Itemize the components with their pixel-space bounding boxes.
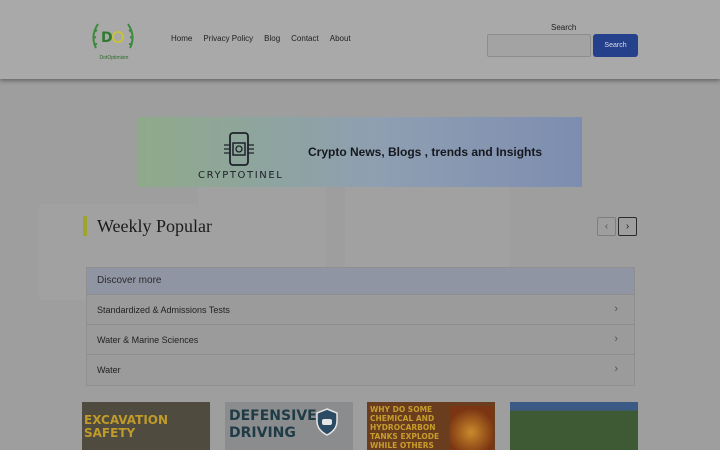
photo-graphic: [510, 402, 638, 450]
chevron-right-icon: ›: [625, 221, 630, 232]
chevron-left-icon: ‹: [604, 221, 609, 232]
discover-item[interactable]: Standardized & Admissions Tests ›: [87, 294, 634, 324]
nav-contact[interactable]: Contact: [291, 34, 319, 43]
discover-item-label: Standardized & Admissions Tests: [97, 305, 230, 315]
discover-item-label: Water: [97, 365, 121, 375]
post-thumbnail[interactable]: DEFENSIVE DRIVING: [225, 402, 353, 450]
section-accent-bar: [83, 216, 87, 236]
nav-home[interactable]: Home: [171, 34, 192, 43]
carousel-prev-button[interactable]: ‹: [597, 217, 616, 236]
svg-text:D: D: [101, 30, 113, 46]
post-thumbnail[interactable]: [510, 402, 638, 450]
carousel-next-button[interactable]: ›: [618, 217, 637, 236]
chevron-right-icon: ›: [614, 303, 618, 315]
main-nav: Home Privacy Policy Blog Contact About: [171, 34, 362, 43]
discover-more-panel: Discover more Standardized & Admissions …: [86, 267, 635, 386]
weekly-popular-title: Weekly Popular: [97, 216, 213, 236]
discover-heading: Discover more: [87, 268, 634, 294]
search-label: Search: [551, 23, 577, 32]
phone-chip-icon: [224, 132, 254, 166]
thumbnail-caption: DEFENSIVE DRIVING: [229, 408, 317, 441]
search-input[interactable]: [487, 34, 591, 57]
site-header: D DotOptimism Home Privacy Policy Blog C…: [0, 0, 720, 79]
logo-text: DotOptimism: [99, 55, 129, 61]
chevron-right-icon: ›: [614, 363, 618, 375]
post-thumbnail[interactable]: WHY DO SOME CHEMICAL AND HYDROCARBON TAN…: [367, 402, 495, 450]
crypto-banner[interactable]: CRYPTOTINEL Crypto News, Blogs , trends …: [138, 117, 582, 187]
chevron-right-icon: ›: [614, 333, 618, 345]
nav-blog[interactable]: Blog: [264, 34, 280, 43]
shield-icon: [316, 408, 338, 436]
thumbnail-caption: WHY DO SOME CHEMICAL AND HYDROCARBON TAN…: [370, 405, 440, 450]
fire-graphic: [449, 406, 493, 450]
banner-title: Crypto News, Blogs , trends and Insights: [308, 145, 543, 159]
discover-item-label: Water & Marine Sciences: [97, 335, 199, 345]
post-thumbnail[interactable]: EXCAVATION SAFETY: [82, 402, 210, 450]
search-button[interactable]: Search: [593, 34, 638, 57]
nav-privacy-policy[interactable]: Privacy Policy: [203, 34, 253, 43]
nav-about[interactable]: About: [330, 34, 351, 43]
thumbnail-caption: EXCAVATION SAFETY: [84, 413, 169, 440]
discover-item[interactable]: Water & Marine Sciences ›: [87, 324, 634, 354]
discover-item[interactable]: Water ›: [87, 354, 634, 384]
banner-brand: CRYPTOTINEL: [198, 170, 284, 181]
